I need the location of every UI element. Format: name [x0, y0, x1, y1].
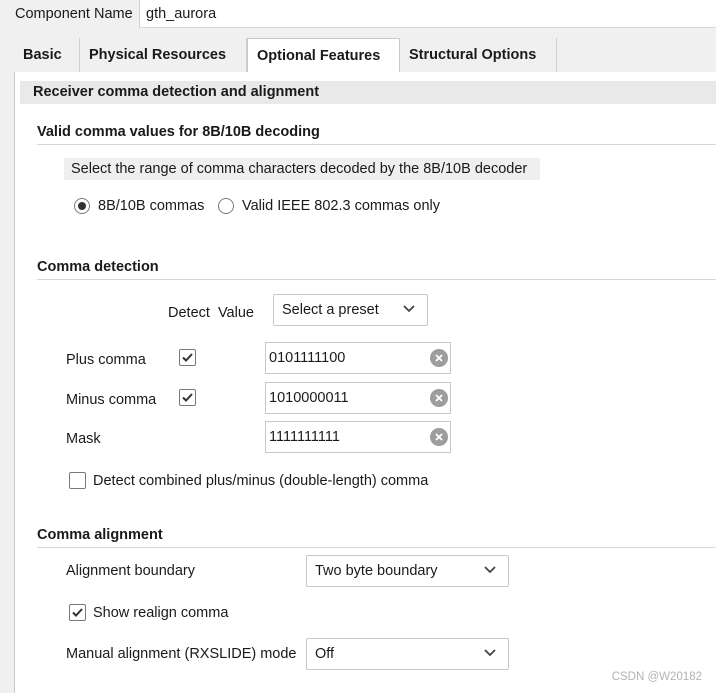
- tab-structural-options[interactable]: Structural Options: [400, 38, 557, 72]
- watermark: CSDN @W20182: [611, 671, 702, 683]
- comma-detection-group-title: Comma detection: [37, 259, 159, 275]
- plus-comma-input[interactable]: 0101111100: [265, 342, 451, 374]
- checkmark-icon: [72, 608, 83, 617]
- radio-8b10b-commas[interactable]: [74, 198, 90, 214]
- minus-comma-checkbox[interactable]: [179, 389, 196, 406]
- component-name-field[interactable]: gth_aurora: [139, 0, 716, 28]
- detect-value-label: Detect Value: [168, 305, 254, 321]
- show-realign-checkbox[interactable]: [69, 604, 86, 621]
- comma-alignment-group-title: Comma alignment: [37, 527, 163, 543]
- radio-8b10b-commas-label[interactable]: 8B/10B commas: [98, 198, 204, 214]
- chevron-down-icon: [484, 649, 496, 657]
- show-realign-label[interactable]: Show realign comma: [93, 605, 228, 621]
- valid-comma-group-title: Valid comma values for 8B/10B decoding: [37, 124, 320, 140]
- manual-alignment-label: Manual alignment (RXSLIDE) mode: [66, 646, 297, 662]
- alignment-boundary-value: Two byte boundary: [315, 563, 438, 579]
- divider: [37, 279, 716, 280]
- clear-icon[interactable]: [430, 389, 448, 407]
- clear-icon[interactable]: [430, 349, 448, 367]
- manual-alignment-select[interactable]: Off: [306, 638, 509, 670]
- alignment-boundary-select[interactable]: Two byte boundary: [306, 555, 509, 587]
- alignment-boundary-label: Alignment boundary: [66, 563, 195, 579]
- minus-comma-value: 1010000011: [269, 390, 349, 406]
- divider: [37, 144, 716, 145]
- checkmark-icon: [182, 353, 193, 362]
- plus-comma-label: Plus comma: [66, 352, 146, 368]
- radio-ieee-commas-label[interactable]: Valid IEEE 802.3 commas only: [242, 198, 440, 214]
- divider: [37, 547, 716, 548]
- tab-bar: Basic Physical Resources Optional Featur…: [14, 38, 716, 73]
- tab-optional-features[interactable]: Optional Features: [247, 38, 400, 73]
- preset-select[interactable]: Select a preset: [273, 294, 428, 326]
- tab-physical-resources[interactable]: Physical Resources: [80, 38, 247, 72]
- manual-alignment-value: Off: [315, 646, 335, 662]
- chevron-down-icon: [484, 566, 496, 574]
- mask-value: 1111111111: [269, 429, 340, 445]
- component-name-label: Component Name: [15, 6, 133, 22]
- component-name-value: gth_aurora: [146, 6, 217, 22]
- radio-ieee-commas[interactable]: [218, 198, 234, 214]
- plus-comma-value: 0101111100: [269, 350, 346, 366]
- preset-select-value: Select a preset: [282, 302, 379, 318]
- mask-input[interactable]: 1111111111: [265, 421, 451, 453]
- minus-comma-input[interactable]: 1010000011: [265, 382, 451, 414]
- double-length-checkbox[interactable]: [69, 472, 86, 489]
- checkmark-icon: [182, 393, 193, 402]
- chevron-down-icon: [403, 305, 415, 313]
- valid-comma-description: Select the range of comma characters dec…: [64, 158, 540, 180]
- tab-basic[interactable]: Basic: [14, 38, 80, 72]
- mask-label: Mask: [66, 431, 101, 447]
- minus-comma-label: Minus comma: [66, 392, 157, 408]
- double-length-label[interactable]: Detect combined plus/minus (double-lengt…: [93, 473, 428, 489]
- plus-comma-checkbox[interactable]: [179, 349, 196, 366]
- clear-icon[interactable]: [430, 428, 448, 446]
- section-header: Receiver comma detection and alignment: [20, 81, 716, 104]
